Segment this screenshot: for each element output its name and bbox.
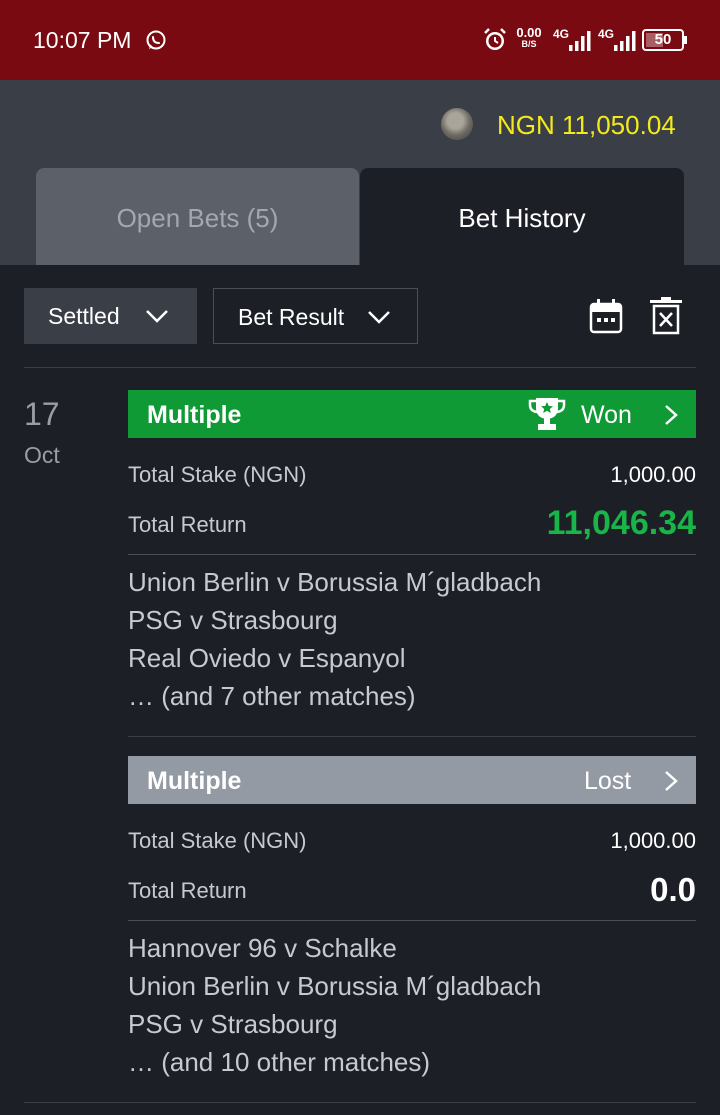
bet-result-filter-label: Bet Result xyxy=(238,304,345,330)
match-item: Union Berlin v Borussia M´gladbach xyxy=(128,567,542,597)
total-stake-label: Total Stake (NGN) xyxy=(128,462,307,487)
date-day: 17 xyxy=(24,396,60,432)
divider xyxy=(128,920,696,921)
divider xyxy=(128,554,696,555)
total-stake-value: 1,000.00 xyxy=(610,828,696,853)
chevron-right-icon xyxy=(665,405,678,425)
account-header: NGN 11,050.04 Open Bets (5) Bet History xyxy=(0,80,720,265)
match-more-text: … (and 10 other matches) xyxy=(128,1047,431,1077)
bet-result: Lost xyxy=(584,767,632,795)
avatar[interactable] xyxy=(441,108,473,140)
bet-result: Won xyxy=(581,401,632,429)
bet-type: Multiple xyxy=(147,401,242,429)
account-balance: NGN 11,050.04 xyxy=(497,110,676,140)
chevron-down-icon xyxy=(368,311,390,324)
signal-indicator-2: 4G xyxy=(598,27,638,53)
signal-indicator-1: 4G xyxy=(553,27,593,53)
trophy-icon xyxy=(528,398,566,430)
total-stake-value: 1,000.00 xyxy=(610,462,696,487)
calendar-icon[interactable] xyxy=(589,298,623,334)
network-speed: 0.00 B/S xyxy=(516,25,542,49)
match-item: PSG v Strasbourg xyxy=(128,605,338,635)
tab-open-bets[interactable]: Open Bets (5) xyxy=(36,168,359,265)
chevron-down-icon xyxy=(146,310,168,323)
total-stake-label: Total Stake (NGN) xyxy=(128,828,307,853)
bet-card-header[interactable]: Multiple Won xyxy=(128,390,696,438)
bet-result-filter-dropdown[interactable]: Bet Result xyxy=(213,288,418,344)
bet-card-header[interactable]: Multiple Lost xyxy=(128,756,696,804)
signal-bars-icon xyxy=(614,31,636,51)
settled-filter-label: Settled xyxy=(48,303,120,329)
battery-level: 50 xyxy=(654,31,672,48)
status-bar: 10:07 PM 0.00 B/S 4G 4G 50 xyxy=(0,0,720,80)
total-return-label: Total Return xyxy=(128,878,247,903)
settled-filter-dropdown[interactable]: Settled xyxy=(24,288,197,344)
total-return-value: 0.0 xyxy=(650,871,696,908)
divider xyxy=(24,367,696,368)
clear-filter-icon[interactable] xyxy=(650,297,682,335)
tab-bet-history[interactable]: Bet History xyxy=(360,168,684,265)
total-return-value: 11,046.34 xyxy=(546,504,696,542)
bet-type: Multiple xyxy=(147,767,242,795)
divider xyxy=(128,736,696,737)
status-time: 10:07 PM xyxy=(33,27,132,53)
total-return-label: Total Return xyxy=(128,512,247,537)
match-item: Union Berlin v Borussia M´gladbach xyxy=(128,971,542,1001)
signal-bars-icon xyxy=(569,31,591,51)
divider xyxy=(24,1102,696,1103)
whatsapp-icon xyxy=(146,30,166,50)
match-more-text: … (and 7 other matches) xyxy=(128,681,416,711)
chevron-right-icon xyxy=(665,771,678,791)
match-item: PSG v Strasbourg xyxy=(128,1009,338,1039)
alarm-icon xyxy=(484,28,506,50)
match-item: Hannover 96 v Schalke xyxy=(128,933,397,963)
date-month: Oct xyxy=(24,442,60,468)
match-item: Real Oviedo v Espanyol xyxy=(128,643,406,673)
